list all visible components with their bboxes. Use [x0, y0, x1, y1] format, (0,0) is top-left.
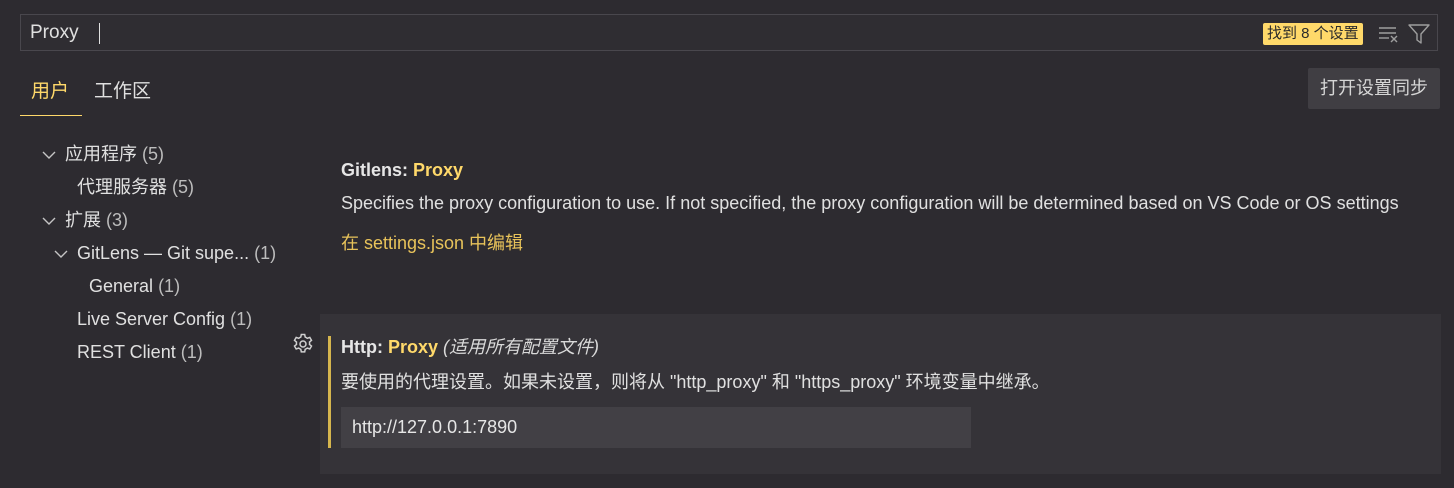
settings-search-box[interactable]: 找到 8 个设置: [20, 14, 1438, 51]
gear-icon[interactable]: [291, 332, 315, 356]
toc-count: (1): [180, 342, 203, 362]
toc-count: (1): [158, 276, 181, 296]
toc-count: (5): [142, 144, 165, 164]
tab-workspace[interactable]: 工作区: [94, 72, 151, 116]
chevron-down-icon: [52, 237, 70, 270]
setting-category: Http:: [341, 337, 388, 357]
toc-count: (5): [172, 177, 195, 197]
toc-item-general[interactable]: General (1): [89, 270, 180, 303]
edit-in-settings-json-link[interactable]: 在 settings.json 中编辑: [341, 229, 523, 255]
toc-item-application[interactable]: 应用程序 (5): [40, 138, 164, 171]
setting-name: Proxy: [387, 337, 439, 357]
tab-user[interactable]: 用户: [20, 72, 82, 116]
setting-gitlens-proxy: Gitlens: Proxy Specifies the proxy confi…: [341, 150, 1431, 255]
chevron-down-icon: [40, 138, 58, 171]
clear-filter-icon[interactable]: [1378, 23, 1400, 45]
toc-item-extensions[interactable]: 扩展 (3): [40, 204, 128, 237]
toc-item-gitlens[interactable]: GitLens — Git supe... (1): [52, 237, 276, 270]
toc-count: (1): [254, 243, 277, 263]
toc-item-proxy-server[interactable]: 代理服务器 (5): [77, 171, 194, 204]
text-caret: [99, 23, 100, 44]
setting-title: Http: Proxy (适用所有配置文件): [341, 332, 599, 362]
setting-name: Proxy: [413, 160, 464, 180]
toc-label: GitLens — Git supe...: [77, 243, 250, 263]
funnel-icon[interactable]: [1408, 23, 1430, 45]
setting-http-proxy: Http: Proxy (适用所有配置文件) 要使用的代理设置。如果未设置，则将…: [320, 314, 1441, 474]
http-proxy-input[interactable]: [341, 407, 971, 448]
search-result-badge: 找到 8 个设置: [1263, 23, 1363, 45]
setting-title: Gitlens: Proxy: [341, 150, 1431, 190]
open-settings-sync-button[interactable]: 打开设置同步: [1308, 68, 1440, 109]
toc-label: 应用程序: [65, 144, 137, 164]
toc-label: REST Client: [77, 342, 176, 362]
chevron-down-icon: [40, 204, 58, 237]
toc-count: (1): [230, 309, 253, 329]
toc-count: (3): [106, 210, 129, 230]
toc-label: 代理服务器: [77, 177, 167, 197]
setting-category: Gitlens:: [341, 160, 414, 180]
setting-scope: (适用所有配置文件): [443, 337, 600, 357]
toc-label: 扩展: [65, 210, 101, 230]
toc-label: General: [89, 276, 154, 296]
toc-item-rest-client[interactable]: REST Client (1): [77, 336, 203, 369]
settings-search-input[interactable]: [21, 15, 1221, 50]
toc-label: Live Server Config: [77, 309, 226, 329]
toc-item-live-server-config[interactable]: Live Server Config (1): [77, 303, 252, 336]
focus-indicator: [328, 336, 331, 448]
setting-description: 要使用的代理设置。如果未设置，则将从 "http_proxy" 和 "https…: [341, 372, 1050, 392]
setting-description: Specifies the proxy configuration to use…: [341, 193, 1399, 213]
